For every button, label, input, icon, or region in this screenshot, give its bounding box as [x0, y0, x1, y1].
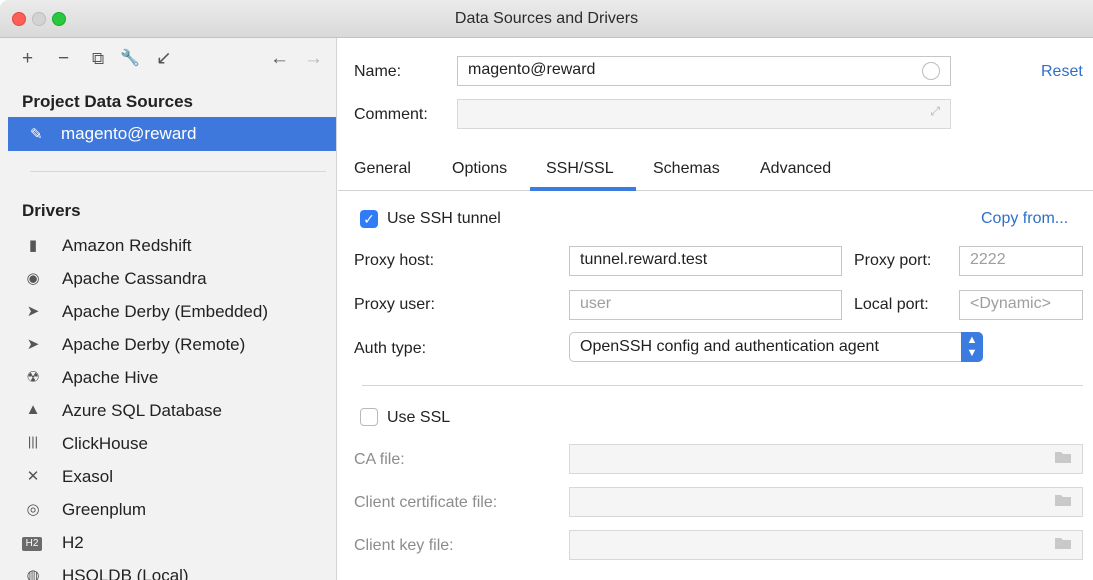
client-certificate-label: Client certificate file: — [354, 494, 498, 511]
color-picker-icon[interactable] — [922, 62, 940, 80]
name-field[interactable]: magento@reward — [457, 56, 951, 86]
window-title: Data Sources and Drivers — [454, 10, 639, 27]
use-ssl-label: Use SSL — [387, 409, 451, 426]
driver-item[interactable]: ➤ Apache Derby (Remote) — [22, 330, 332, 362]
duplicate-icon[interactable]: ⧉ — [92, 48, 104, 70]
client-key-input[interactable] — [569, 530, 1083, 560]
driver-label: Exasol — [62, 467, 114, 486]
ca-file-input[interactable] — [569, 444, 1083, 474]
redshift-icon: ▮ — [28, 237, 38, 254]
remove-icon[interactable]: − — [58, 48, 69, 70]
auth-type-select[interactable]: OpenSSH config and authentication agent … — [569, 332, 983, 362]
sidebar: + − ⧉ 🔧 ↙ ← → Project Data Sources ✎ mag… — [0, 38, 337, 580]
derby-icon: ➤ — [26, 336, 40, 353]
local-port-input[interactable]: <Dynamic> — [959, 290, 1083, 320]
tab-options[interactable]: Options — [452, 160, 507, 178]
driver-label: Apache Derby (Remote) — [62, 335, 246, 354]
import-icon[interactable]: ↙ — [156, 48, 172, 70]
sidebar-toolbar: + − ⧉ 🔧 ↙ ← → — [0, 38, 337, 82]
data-source-suffix: @reward — [127, 124, 197, 143]
auth-type-value: OpenSSH config and authentication agent — [580, 338, 879, 355]
comment-label: Comment: — [354, 106, 428, 123]
driver-label: Apache Cassandra — [62, 269, 207, 288]
folder-icon[interactable] — [1054, 450, 1072, 464]
folder-icon[interactable] — [1054, 493, 1072, 507]
drivers-heading: Drivers — [22, 201, 81, 220]
clickhouse-icon: ||| — [27, 434, 39, 449]
copy-from-link[interactable]: Copy from... — [981, 210, 1068, 228]
sidebar-divider — [30, 171, 326, 172]
exasol-icon: ✕ — [26, 468, 40, 485]
use-ssh-checkbox[interactable]: ✓ — [360, 210, 378, 228]
client-certificate-input[interactable] — [569, 487, 1083, 517]
data-source-icon: ✎ — [30, 126, 43, 143]
section-separator — [362, 385, 1083, 386]
driver-item[interactable]: ◍ HSQLDB (Local) — [22, 561, 332, 580]
cassandra-icon: ◉ — [26, 270, 40, 287]
project-data-sources-heading: Project Data Sources — [22, 92, 194, 111]
tab-ssh-ssl[interactable]: SSH/SSL — [546, 160, 614, 178]
name-label: Name: — [354, 63, 402, 80]
proxy-host-label: Proxy host: — [354, 252, 435, 269]
driver-item[interactable]: ◉ Apache Cassandra — [22, 264, 332, 296]
driver-label: Apache Derby (Embedded) — [62, 302, 269, 321]
driver-label: ClickHouse — [62, 434, 148, 453]
driver-label: Greenplum — [62, 500, 147, 519]
driver-label: Azure SQL Database — [62, 401, 223, 420]
driver-item[interactable]: ☢ Apache Hive — [22, 363, 332, 395]
data-source-item-magento-reward[interactable]: ✎ magento@reward — [8, 117, 336, 151]
local-port-label: Local port: — [854, 296, 929, 313]
client-key-label: Client key file: — [354, 537, 454, 554]
tab-general[interactable]: General — [354, 160, 411, 178]
tab-schemas[interactable]: Schemas — [653, 160, 720, 178]
folder-icon[interactable] — [1054, 536, 1072, 550]
driver-label: Apache Hive — [62, 368, 159, 387]
greenplum-icon: ◎ — [26, 501, 40, 518]
driver-item[interactable]: ✕ Exasol — [22, 462, 332, 494]
hive-icon: ☢ — [26, 369, 40, 386]
use-ssl-checkbox[interactable] — [360, 408, 378, 426]
tab-advanced[interactable]: Advanced — [760, 160, 831, 178]
derby-icon: ➤ — [26, 303, 40, 320]
proxy-user-input[interactable]: user — [569, 290, 842, 320]
proxy-user-placeholder: user — [580, 295, 612, 312]
title-bar: Data Sources and Drivers — [0, 0, 1093, 38]
tabs-divider — [338, 190, 1093, 191]
driver-item[interactable]: ▮ Amazon Redshift — [22, 231, 332, 263]
name-value: magento@reward — [468, 61, 596, 78]
wrench-icon[interactable]: 🔧 — [120, 48, 140, 70]
forward-arrow-icon[interactable]: → — [304, 48, 323, 70]
use-ssh-label: Use SSH tunnel — [387, 210, 501, 227]
driver-label: Amazon Redshift — [62, 236, 192, 255]
driver-label: HSQLDB (Local) — [62, 566, 189, 580]
proxy-user-label: Proxy user: — [354, 296, 435, 313]
data-source-name: magento — [61, 124, 128, 143]
active-tab-indicator — [530, 187, 636, 191]
local-port-placeholder: <Dynamic> — [970, 295, 1051, 312]
proxy-host-value: tunnel.reward.test — [580, 251, 708, 268]
ca-file-label: CA file: — [354, 451, 405, 468]
h2-icon: H2 — [22, 537, 42, 551]
driver-item[interactable]: H2 H2 — [22, 528, 332, 560]
driver-item[interactable]: ◎ Greenplum — [22, 495, 332, 527]
driver-item[interactable]: ||| ClickHouse — [22, 429, 332, 461]
select-stepper-icon: ▲ ▼ — [961, 332, 983, 362]
auth-type-label: Auth type: — [354, 340, 427, 357]
hsqldb-icon: ◍ — [26, 567, 40, 580]
comment-field[interactable]: ⤢ — [457, 99, 951, 129]
proxy-port-label: Proxy port: — [854, 252, 932, 269]
driver-item[interactable]: ▲ Azure SQL Database — [22, 396, 332, 428]
expand-icon[interactable]: ⤢ — [930, 104, 940, 119]
back-arrow-icon[interactable]: ← — [270, 48, 289, 70]
driver-item[interactable]: ➤ Apache Derby (Embedded) — [22, 297, 332, 329]
main-panel: Name: magento@reward Reset Comment: ⤢ Ge… — [338, 38, 1093, 580]
proxy-port-placeholder: 2222 — [970, 251, 1006, 268]
add-icon[interactable]: + — [22, 48, 33, 70]
driver-label: H2 — [62, 533, 84, 552]
azure-icon: ▲ — [25, 401, 41, 418]
proxy-host-input[interactable]: tunnel.reward.test — [569, 246, 842, 276]
proxy-port-input[interactable]: 2222 — [959, 246, 1083, 276]
reset-link[interactable]: Reset — [1041, 63, 1083, 81]
